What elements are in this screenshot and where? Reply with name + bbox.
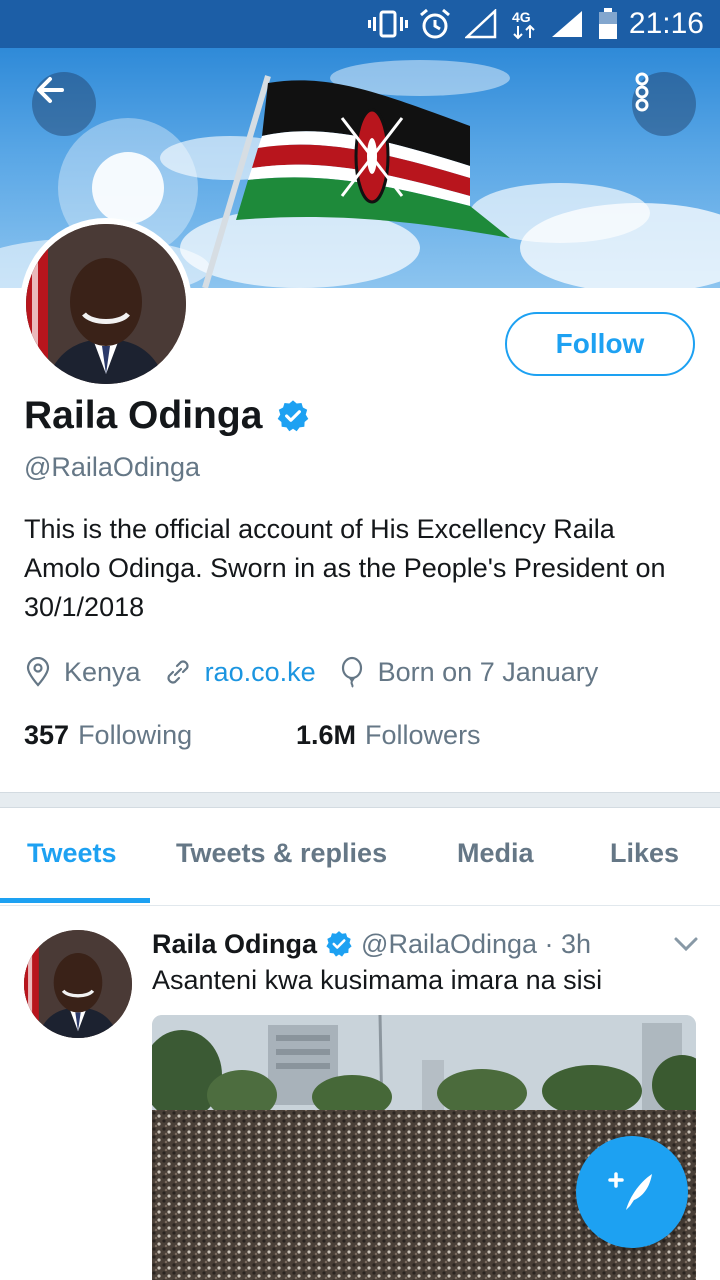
tab-likes[interactable]: Likes bbox=[610, 838, 679, 869]
website-item[interactable]: rao.co.ke bbox=[163, 657, 316, 688]
chevron-down-icon[interactable] bbox=[672, 934, 700, 954]
tweet-avatar[interactable] bbox=[24, 930, 132, 1038]
birthday-item: Born on 7 January bbox=[338, 656, 599, 688]
alarm-icon bbox=[418, 8, 452, 40]
tab-media[interactable]: Media bbox=[457, 838, 534, 869]
arrow-left-icon bbox=[37, 77, 64, 103]
followers-label: Followers bbox=[365, 719, 481, 750]
verified-badge-icon bbox=[278, 400, 309, 432]
vibrate-icon bbox=[368, 8, 408, 40]
profile-meta: Kenya rao.co.ke Born on 7 January bbox=[24, 652, 620, 692]
signal-full-icon bbox=[550, 8, 584, 40]
avatar bbox=[26, 224, 186, 384]
tweet-author-name[interactable]: Raila Odinga bbox=[152, 929, 317, 960]
following-count: 357 bbox=[24, 719, 70, 750]
more-options-button[interactable] bbox=[632, 72, 696, 136]
signal-icon bbox=[464, 8, 498, 40]
following-stat[interactable]: 357 Following bbox=[24, 720, 296, 751]
profile-stats: 357 Following 1.6M Followers bbox=[24, 715, 481, 755]
tweet-text: Asanteni kwa kusimama imara na sisi bbox=[152, 965, 603, 995]
status-bar: 4G 21:16 bbox=[0, 0, 720, 48]
compose-tweet-icon bbox=[608, 1172, 652, 1210]
profile-bio: This is the official account of His Exce… bbox=[24, 514, 666, 622]
status-time: 21:16 bbox=[628, 7, 704, 40]
followers-stat[interactable]: 1.6M Followers bbox=[296, 720, 481, 751]
network-4g-icon: 4G bbox=[508, 8, 542, 40]
tab-tweets[interactable]: Tweets bbox=[27, 838, 117, 869]
following-label: Following bbox=[78, 719, 193, 750]
active-tab-indicator bbox=[0, 898, 150, 903]
profile-handle: @RailaOdinga bbox=[24, 452, 201, 482]
location-text: Kenya bbox=[64, 656, 141, 687]
profile-name-row: Raila Odinga bbox=[24, 394, 310, 438]
svg-text:4G: 4G bbox=[512, 9, 531, 25]
balloon-icon bbox=[341, 656, 362, 688]
website-link[interactable]: rao.co.ke bbox=[205, 657, 316, 688]
link-icon bbox=[167, 660, 189, 684]
more-vertical-icon bbox=[635, 72, 649, 112]
followers-count: 1.6M bbox=[296, 719, 357, 750]
location-pin-icon bbox=[26, 657, 50, 687]
profile-tabs: Tweets Tweets & replies Media Likes bbox=[0, 808, 720, 906]
follow-button[interactable]: Follow bbox=[505, 312, 695, 376]
battery-icon bbox=[596, 8, 620, 40]
tab-tweets-replies[interactable]: Tweets & replies bbox=[176, 838, 387, 869]
tweet-author-handle: @RailaOdinga · 3h bbox=[361, 928, 592, 959]
verified-badge-icon bbox=[326, 931, 352, 957]
profile-avatar[interactable] bbox=[20, 218, 192, 390]
section-divider bbox=[0, 792, 720, 808]
tweet-header: Raila Odinga @RailaOdinga · 3h bbox=[152, 926, 591, 962]
birthday-text: Born on 7 January bbox=[377, 656, 599, 687]
back-button[interactable] bbox=[32, 72, 96, 136]
compose-tweet-button[interactable] bbox=[576, 1136, 688, 1248]
location-item: Kenya bbox=[24, 657, 141, 688]
profile-name: Raila Odinga bbox=[24, 394, 263, 437]
